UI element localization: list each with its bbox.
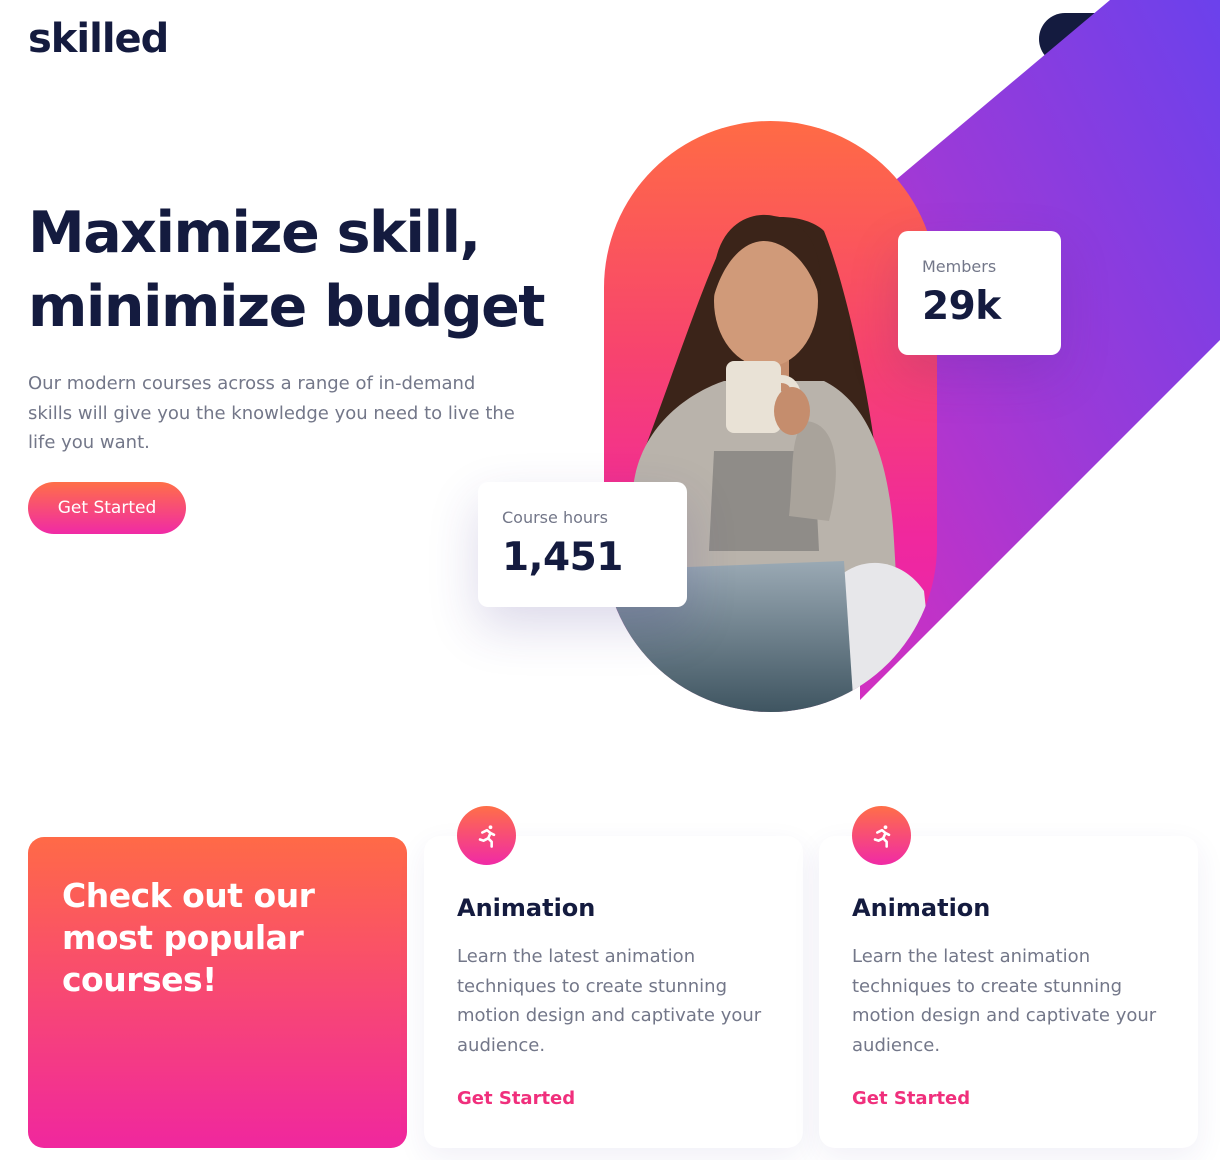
course-card: Animation Learn the latest animation tec… — [819, 806, 1198, 1148]
members-stat-card: Members 29k — [898, 231, 1061, 355]
course-hours-stat-card: Course hours 1,451 — [478, 482, 687, 607]
hero-image — [604, 121, 937, 712]
course-title: Animation — [852, 894, 991, 922]
course-title: Animation — [457, 894, 596, 922]
course-description: Learn the latest animation techniques to… — [852, 946, 1157, 1056]
course-card: Animation Learn the latest animation tec… — [424, 806, 803, 1148]
course-get-started-link[interactable]: Get Started — [852, 1088, 970, 1109]
running-person-icon — [852, 806, 911, 865]
hero-get-started-button[interactable]: Get Started — [28, 482, 186, 534]
hero-description: Our modern courses across a range of in-… — [28, 373, 515, 453]
running-person-icon — [457, 806, 516, 865]
course-get-started-link[interactable]: Get Started — [457, 1088, 575, 1109]
course-hours-label: Course hours — [502, 508, 608, 527]
course-description: Learn the latest animation techniques to… — [457, 946, 762, 1056]
woman-with-mug-illustration — [604, 214, 937, 712]
hero-title: Maximize skill, minimize budget — [28, 200, 546, 340]
members-label: Members — [922, 257, 997, 276]
members-value: 29k — [922, 284, 1001, 329]
promo-heading: Check out our most popular courses! — [62, 876, 315, 999]
popular-courses-promo-card: Check out our most popular courses! — [28, 837, 407, 1148]
course-hours-value: 1,451 — [502, 535, 623, 580]
